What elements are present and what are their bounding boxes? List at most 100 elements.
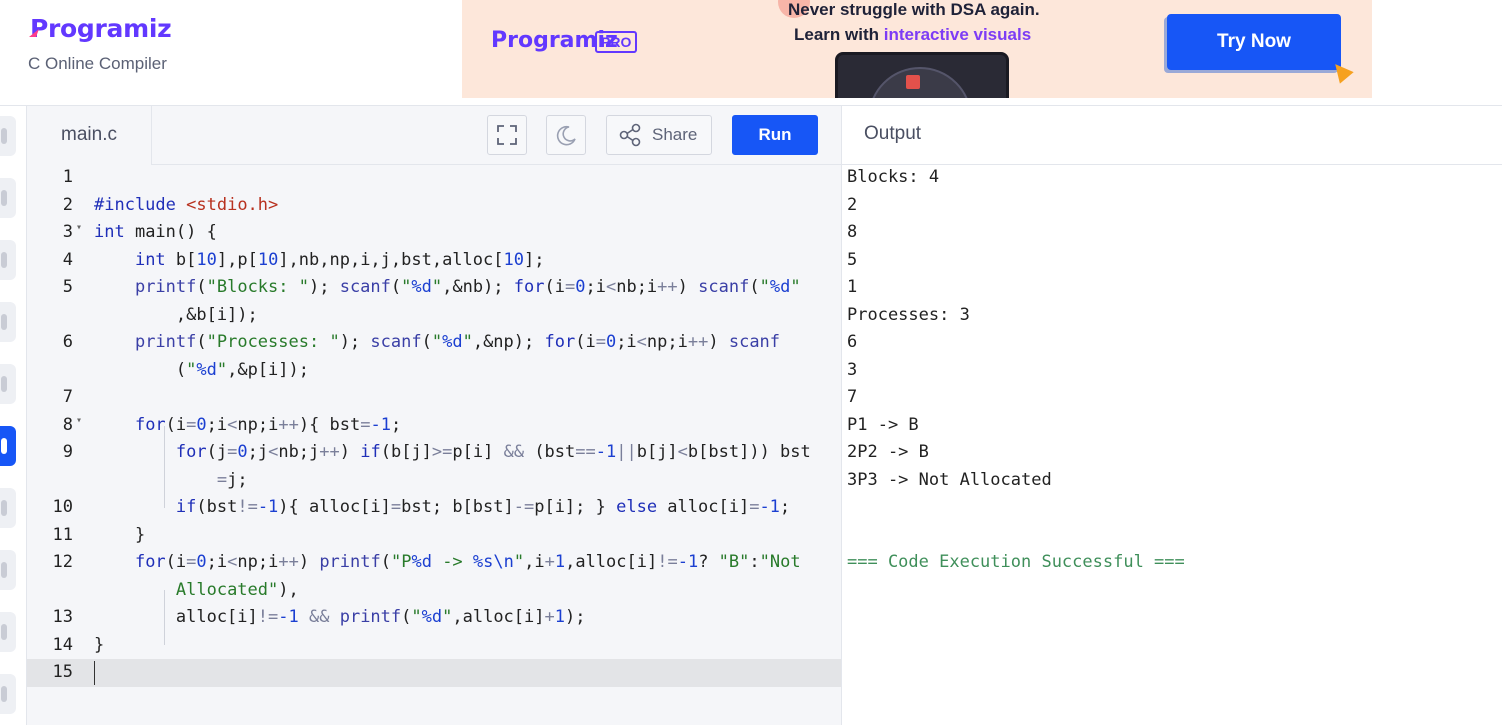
banner-wheel-graphic [868,67,972,98]
code-text: int main() { [94,222,217,242]
line-number: 8 [62,414,73,435]
editor-toolbar: main.c Share Run [27,106,841,165]
language-icon [1,376,7,392]
language-icon [1,252,7,268]
language-icon [1,624,7,640]
code-area[interactable]: 1 2 #include <stdio.h> 3 ▾ int main() { 4 i… [27,164,841,725]
sidebar-item-c[interactable] [0,426,16,466]
language-icon [1,314,7,330]
language-icon [1,190,7,206]
try-now-button[interactable]: Try Now [1167,14,1341,70]
output-line: 6 [847,332,858,352]
code-line: 12 for(i=0;i<np;i++) printf("P%d -> %s\n… [27,549,841,577]
output-line: 1 [847,277,858,297]
expand-icon [497,125,517,145]
banner-device-image [835,52,1009,98]
code-line: 10 if(bst!=-1){ alloc[i]=bst; b[bst]-=p[… [27,494,841,522]
code-text: printf("Blocks: "); scanf("%d",&nb); for… [134,277,801,297]
sidebar-item-9[interactable] [0,612,16,652]
code-line: 4 int b[10],p[10],nb,np,i,j,bst,alloc[10… [27,247,841,275]
code-text: int b[10],p[10],nb,np,i,j,bst,alloc[10]; [134,249,545,270]
share-label: Share [652,125,698,144]
line-number: 6 [62,332,73,352]
fold-arrow-icon[interactable]: ▾ [76,222,82,233]
banner-subheadline: Learn with interactive visuals [794,25,1031,45]
code-text: ,&b[i]); [94,304,258,325]
code-line: 7 [27,384,841,412]
tab-main-c[interactable]: main.c [27,106,152,165]
output-line: 3 [847,359,858,380]
code-text: } [94,634,105,655]
code-line-active: 15 [27,659,841,687]
sidebar-item-4[interactable] [0,302,16,342]
code-text: ("%d",&p[i]); [94,359,309,380]
sidebar-item-2[interactable] [0,178,16,218]
code-text: if(bst!=-1){ alloc[i]=bst; b[bst]-=p[i];… [175,497,791,517]
share-icon [619,123,641,147]
line-number: 3 [62,222,73,242]
code-line-wrap: ,&b[i]); [27,302,841,330]
text-cursor [94,661,95,685]
sidebar-item-1[interactable] [0,116,16,156]
line-number: 10 [52,497,73,517]
fold-arrow-icon[interactable]: ▾ [76,415,82,426]
code-line: 9 for(j=0;j<nb;j++) if(b[j]>=p[i] && (bs… [27,439,841,467]
code-line-wrap: Allocated"), [27,577,841,605]
header: Programiz C Online Compiler Programiz PR… [0,0,1502,106]
output-panel: Output Blocks: 4 2 8 5 1 Processes: 3 6 … [842,106,1502,725]
banner-headline: Never struggle with DSA again. [788,0,1040,19]
moon-icon [556,125,576,146]
share-button[interactable]: Share [606,115,712,155]
theme-toggle-button[interactable] [546,115,586,155]
output-line: 2P2 -> B [847,442,929,462]
line-number: 12 [52,552,73,572]
language-icon [1,500,7,516]
language-icon [1,128,7,144]
line-number: 9 [62,442,73,462]
sidebar-item-3[interactable] [0,240,16,280]
c-language-icon [1,438,7,454]
language-sidebar [0,106,27,725]
line-number: 1 [62,167,73,187]
sidebar-item-5[interactable] [0,364,16,404]
code-editor-panel: main.c Share Run 1 2 #include <stdio.h> … [27,106,842,725]
output-line: 5 [847,249,858,270]
output-line: 7 [847,387,858,407]
output-line: 8 [847,222,858,242]
banner-pro-badge: PRO [595,31,638,53]
ad-banner[interactable]: Programiz PRO Never struggle with DSA ag… [462,0,1372,98]
output-line: Blocks: 4 [847,167,940,187]
line-number: 2 [62,194,73,215]
code-line: 14} [27,632,841,660]
logo-text: Programiz [30,14,172,43]
line-number: 14 [52,634,73,655]
code-line-wrap: =j; [27,467,841,495]
sidebar-item-7[interactable] [0,488,16,528]
output-line: Processes: 3 [847,304,970,325]
code-text: for(i=0;i<np;i++) printf("P%d -> %s\n",i… [134,552,801,572]
sidebar-item-8[interactable] [0,550,16,590]
code-line: 8 ▾ for(i=0;i<np;i++){ bst=-1; [27,412,841,440]
line-number: 15 [52,662,73,682]
run-button[interactable]: Run [732,115,818,155]
code-line: 13 alloc[i]!=-1 && printf("%d",alloc[i]+… [27,604,841,632]
code-line-wrap: ("%d",&p[i]); [27,357,841,385]
code-text: alloc[i]!=-1 && printf("%d",alloc[i]+1); [94,607,586,627]
code-text: #include <stdio.h> [94,194,279,215]
line-number: 5 [62,277,73,297]
code-text: Allocated"), [175,579,299,600]
code-line: 1 [27,164,841,192]
page-subtitle: C Online Compiler [28,54,167,73]
programiz-logo[interactable]: Programiz [30,14,172,43]
line-number: 7 [62,387,73,407]
banner-subheadline-prefix: Learn with [794,25,884,44]
code-line: 5 printf("Blocks: "); scanf("%d",&nb); f… [27,274,841,302]
code-line: 3 ▾ int main() { [27,219,841,247]
code-text: =j; [216,469,248,490]
output-line: 2 [847,194,858,215]
language-icon [1,686,7,702]
fullscreen-button[interactable] [487,115,527,155]
language-icon [1,562,7,578]
code-line: 6 printf("Processes: "); scanf("%d",&np)… [27,329,841,357]
sidebar-item-10[interactable] [0,674,16,714]
